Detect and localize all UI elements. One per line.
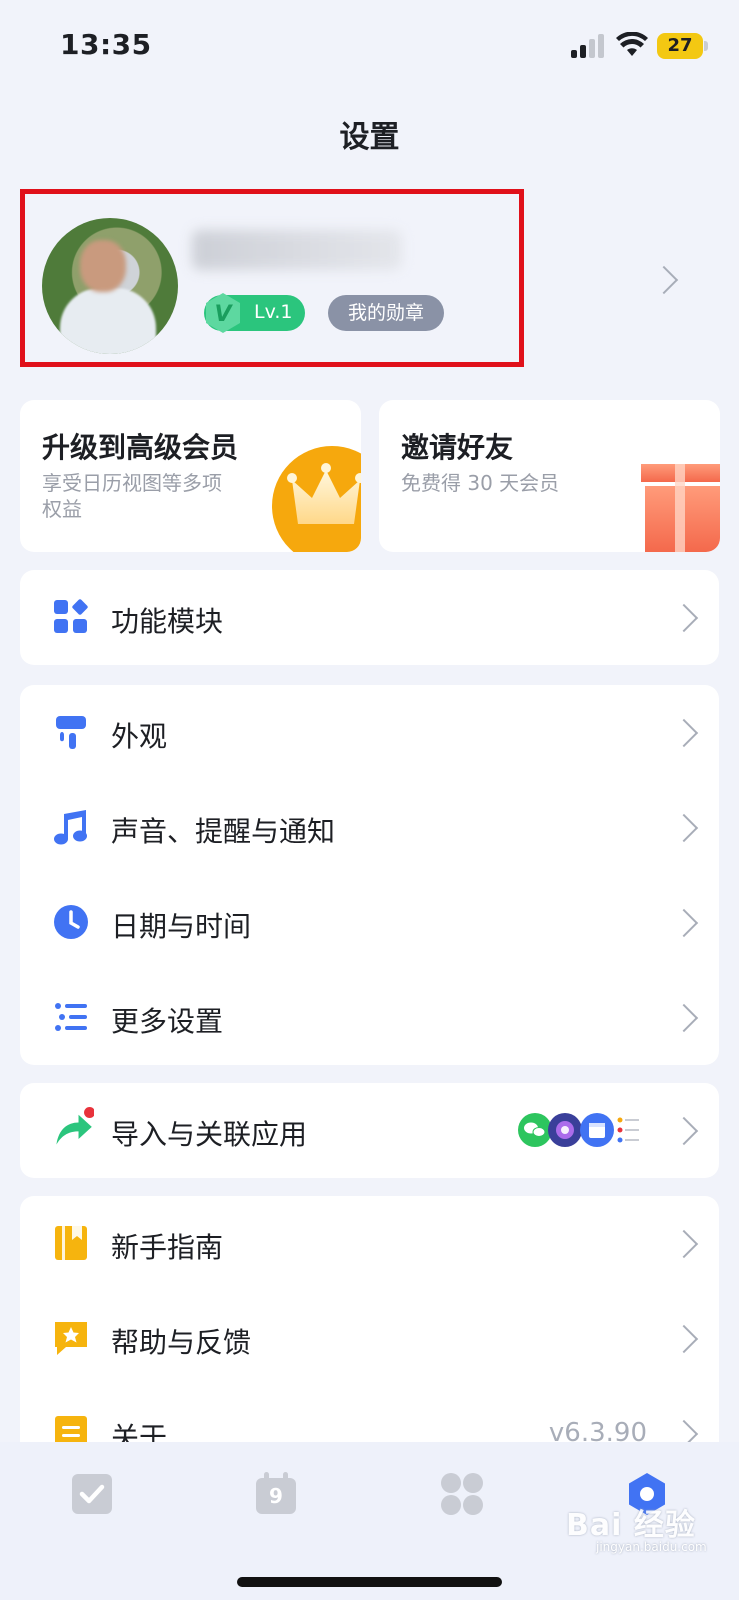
baidu-watermark: Bai 经验 [566, 1508, 696, 1543]
more-settings-chevron-icon [669, 1003, 699, 1033]
appearance-row[interactable]: 外观 [20, 685, 719, 780]
sound-chevron-icon [669, 813, 699, 843]
guide-chevron-icon [669, 1229, 699, 1259]
crown-icon [272, 446, 361, 552]
help-row[interactable]: 帮助与反馈 [20, 1291, 719, 1386]
baidu-watermark-url: jingyan.baidu.com [596, 1540, 707, 1554]
invite-title: 邀请好友 [401, 431, 514, 464]
import-row[interactable]: 导入与关联应用 [20, 1083, 719, 1178]
gift-icon [641, 464, 720, 552]
modules-icon [54, 599, 88, 633]
import-label: 导入与关联应用 [111, 1118, 308, 1151]
wifi-icon [616, 32, 648, 56]
upgrade-premium-card[interactable]: 升级到高级会员 享受日历视图等多项 权益 [20, 400, 361, 552]
datetime-label: 日期与时间 [111, 910, 252, 943]
cellular-signal-icon [571, 34, 604, 58]
linked-apps-icons [518, 1113, 639, 1147]
highlight-frame [20, 189, 524, 367]
battery-cap [704, 41, 708, 51]
import-card: 导入与关联应用 [20, 1083, 719, 1178]
guide-label: 新手指南 [111, 1231, 224, 1264]
datetime-row[interactable]: 日期与时间 [20, 875, 719, 970]
help-chevron-icon [669, 1324, 699, 1354]
upgrade-subtitle: 享受日历视图等多项 权益 [42, 470, 222, 522]
appearance-label: 外观 [111, 720, 168, 753]
modules-card: 功能模块 [20, 570, 719, 665]
home-indicator [237, 1577, 502, 1587]
calendar-day-number: 9 [269, 1484, 283, 1508]
status-time: 13:35 [60, 28, 152, 61]
help-label: 帮助与反馈 [111, 1326, 252, 1359]
sound-row[interactable]: 声音、提醒与通知 [20, 780, 719, 875]
invite-subtitle: 免费得 30 天会员 [401, 471, 560, 495]
list-settings-icon [55, 1003, 87, 1031]
more-settings-row[interactable]: 更多设置 [20, 970, 719, 1065]
support-card: 新手指南 帮助与反馈 关于 v6.3.90 [20, 1196, 719, 1446]
upgrade-subtitle-line1: 享受日历视图等多项 [42, 471, 222, 495]
book-guide-icon [55, 1226, 87, 1260]
feedback-star-icon [55, 1322, 87, 1355]
paint-roller-icon [56, 716, 86, 749]
settings-card: 外观 声音、提醒与通知 日期与时间 更多设置 [20, 685, 719, 1065]
modules-row[interactable]: 功能模块 [20, 570, 719, 665]
appearance-chevron-icon [669, 718, 699, 748]
more-settings-label: 更多设置 [111, 1005, 224, 1038]
tab-tasks[interactable] [70, 1472, 114, 1516]
import-chevron-icon [669, 1116, 699, 1146]
battery-indicator: 27 [657, 33, 703, 59]
sound-label: 声音、提醒与通知 [111, 815, 336, 848]
about-row[interactable]: 关于 v6.3.90 [20, 1386, 719, 1446]
upgrade-subtitle-line2: 权益 [42, 497, 82, 521]
modules-label: 功能模块 [111, 605, 224, 638]
tab-grid[interactable] [440, 1472, 484, 1516]
upgrade-title: 升级到高级会员 [42, 431, 239, 464]
invite-friends-card[interactable]: 邀请好友 免费得 30 天会员 [379, 400, 720, 552]
modules-chevron-icon [669, 603, 699, 633]
datetime-chevron-icon [669, 908, 699, 938]
status-bar: 13:35 27 [0, 0, 739, 95]
share-arrow-icon [56, 1107, 94, 1145]
tab-calendar[interactable]: 9 [254, 1472, 298, 1516]
music-note-icon [54, 810, 87, 845]
page-title: 设置 [339, 120, 400, 155]
clock-icon [54, 905, 88, 939]
guide-row[interactable]: 新手指南 [20, 1196, 719, 1291]
